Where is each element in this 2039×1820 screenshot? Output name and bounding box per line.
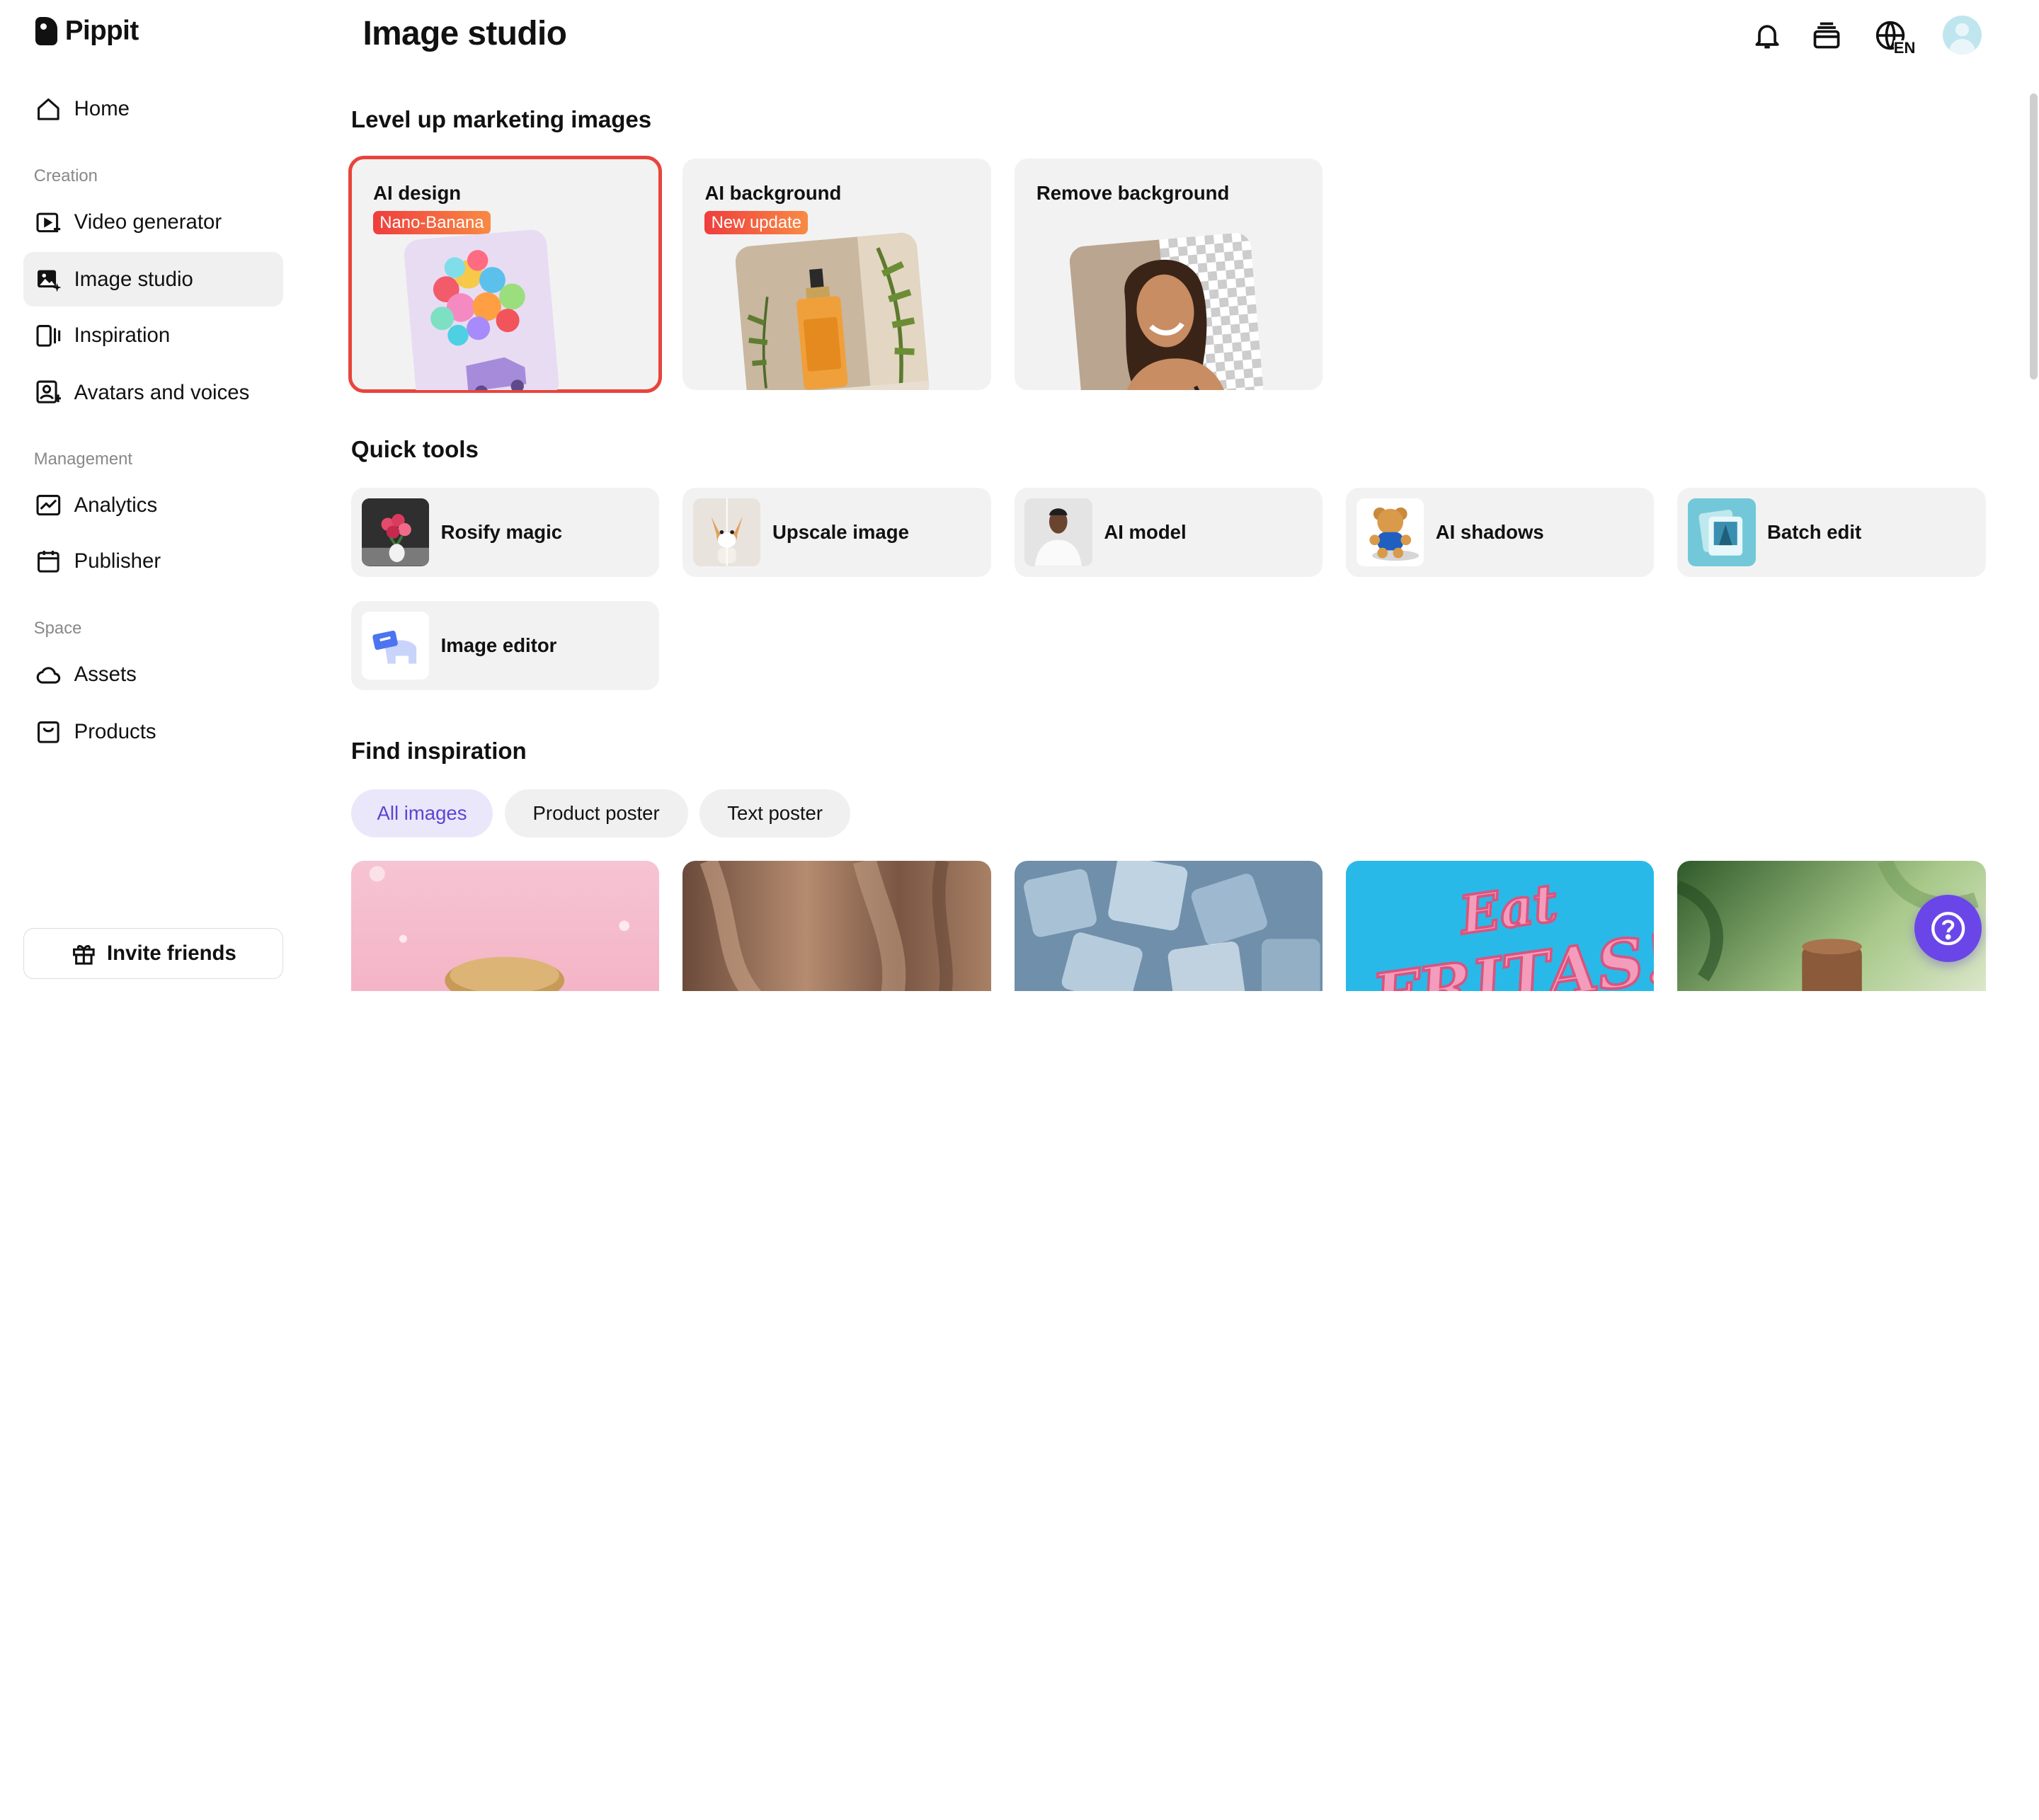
sidebar-item-label: Analytics	[74, 493, 158, 517]
tool-label: Image editor	[440, 634, 557, 656]
card-title: AI design	[373, 182, 462, 205]
image-sparkle-icon	[35, 267, 62, 293]
invite-friends-label: Invite friends	[107, 942, 236, 966]
remove-background-card[interactable]: Remove background	[1014, 159, 1323, 390]
sidebar-item-label: Image studio	[74, 267, 193, 291]
rosify-magic-tool[interactable]: Rosify magic	[350, 487, 660, 578]
sidebar-item-label: Inspiration	[74, 323, 171, 347]
calendar-icon	[35, 549, 62, 575]
pippit-logo-icon	[35, 16, 57, 46]
tool-label: Upscale image	[772, 521, 909, 544]
help-button[interactable]	[1914, 894, 1982, 963]
image-editor-tool[interactable]: Image editor	[350, 600, 660, 691]
inspiration-image-brown-silk[interactable]	[682, 860, 991, 991]
language-code: EN	[1893, 38, 1916, 57]
product-box-icon	[35, 719, 62, 745]
page-title: Image studio	[362, 15, 567, 53]
tool-label: AI model	[1104, 521, 1187, 544]
ai-model-thumbnail	[1024, 498, 1092, 566]
avatar[interactable]	[1942, 16, 1982, 55]
filter-chip-product-poster[interactable]: Product poster	[504, 789, 688, 837]
sidebar-item-inspiration[interactable]: Inspiration	[23, 308, 283, 362]
gift-icon	[71, 941, 97, 967]
batch-edit-tool[interactable]: Batch edit	[1677, 487, 1986, 578]
app-name: Pippit	[64, 16, 139, 47]
ai-design-card[interactable]: AI design Nano-Banana	[348, 156, 662, 393]
tool-label: AI shadows	[1435, 521, 1544, 544]
sidebar-item-video-generator[interactable]: Video generator	[23, 195, 283, 250]
sidebar-item-label: Products	[74, 720, 156, 744]
sidebar-item-image-studio[interactable]: Image studio	[23, 252, 284, 307]
section-label-space: Space	[33, 619, 82, 639]
sidebar-item-label: Video generator	[74, 210, 222, 234]
image-editor-thumbnail	[361, 612, 430, 680]
stack-icon[interactable]	[1810, 18, 1844, 52]
inspiration-image-pink-podium[interactable]	[350, 860, 660, 991]
marketing-section-title: Level up marketing images	[350, 106, 652, 133]
question-icon	[1931, 911, 1965, 945]
card-title: AI background	[704, 182, 842, 205]
app-root: Pippit Home Creation Video generator Ima…	[0, 0, 2039, 991]
section-label-management: Management	[33, 450, 133, 469]
card-badge: Nano-Banana	[373, 210, 491, 234]
inspiration-section-title: Find inspiration	[350, 738, 527, 765]
upscale-image-tool[interactable]: Upscale image	[682, 487, 991, 578]
sidebar-item-label: Publisher	[74, 549, 161, 573]
inspiration-image-text-poster[interactable]: Eat FRITAS!	[1345, 860, 1655, 991]
video-plus-icon	[35, 210, 62, 236]
inspiration-icon	[35, 323, 62, 349]
analytics-icon	[35, 493, 62, 519]
bell-icon[interactable]	[1750, 18, 1784, 52]
language-selector[interactable]: EN	[1870, 18, 1916, 56]
cloud-icon	[35, 662, 62, 688]
sidebar: Pippit Home Creation Video generator Ima…	[0, 0, 307, 991]
header-actions: EN	[1750, 16, 1982, 56]
sidebar-item-analytics[interactable]: Analytics	[23, 479, 283, 533]
logo[interactable]: Pippit	[35, 16, 139, 47]
batch-edit-thumbnail	[1688, 498, 1756, 566]
avatar-voice-icon	[35, 379, 62, 406]
filter-chip-all-images[interactable]: All images	[350, 789, 493, 837]
section-label-creation: Creation	[33, 166, 98, 186]
rosify-thumbnail	[361, 498, 430, 566]
filter-chip-text-poster[interactable]: Text poster	[699, 789, 851, 837]
sidebar-item-label: Assets	[74, 663, 137, 687]
ai-model-tool[interactable]: AI model	[1014, 487, 1323, 578]
sidebar-item-label: Avatars and voices	[74, 380, 250, 404]
ai-background-card[interactable]: AI background New update	[682, 159, 991, 390]
ai-shadows-tool[interactable]: AI shadows	[1345, 487, 1655, 578]
sidebar-item-avatars-voices[interactable]: Avatars and voices	[23, 365, 283, 420]
balloon-car-image	[402, 228, 560, 390]
sidebar-item-home[interactable]: Home	[23, 82, 283, 137]
tool-label: Batch edit	[1767, 521, 1862, 544]
sidebar-item-assets[interactable]: Assets	[23, 648, 283, 702]
ai-shadows-thumbnail	[1356, 498, 1424, 566]
quick-tools-title: Quick tools	[350, 437, 479, 464]
tool-label: Rosify magic	[440, 521, 563, 544]
sidebar-item-label: Home	[74, 97, 130, 121]
inspiration-image-ice-cubes[interactable]	[1014, 860, 1323, 991]
home-icon	[35, 96, 62, 122]
perfume-image	[733, 231, 930, 390]
sidebar-item-products[interactable]: Products	[23, 704, 283, 759]
sidebar-item-publisher[interactable]: Publisher	[23, 534, 283, 589]
card-badge: New update	[704, 210, 809, 234]
invite-friends-button[interactable]: Invite friends	[23, 928, 284, 980]
scrollbar[interactable]	[2030, 93, 2038, 380]
card-title: Remove background	[1036, 182, 1230, 205]
portrait-transparent-image	[1068, 231, 1264, 390]
upscale-thumbnail	[692, 498, 761, 566]
